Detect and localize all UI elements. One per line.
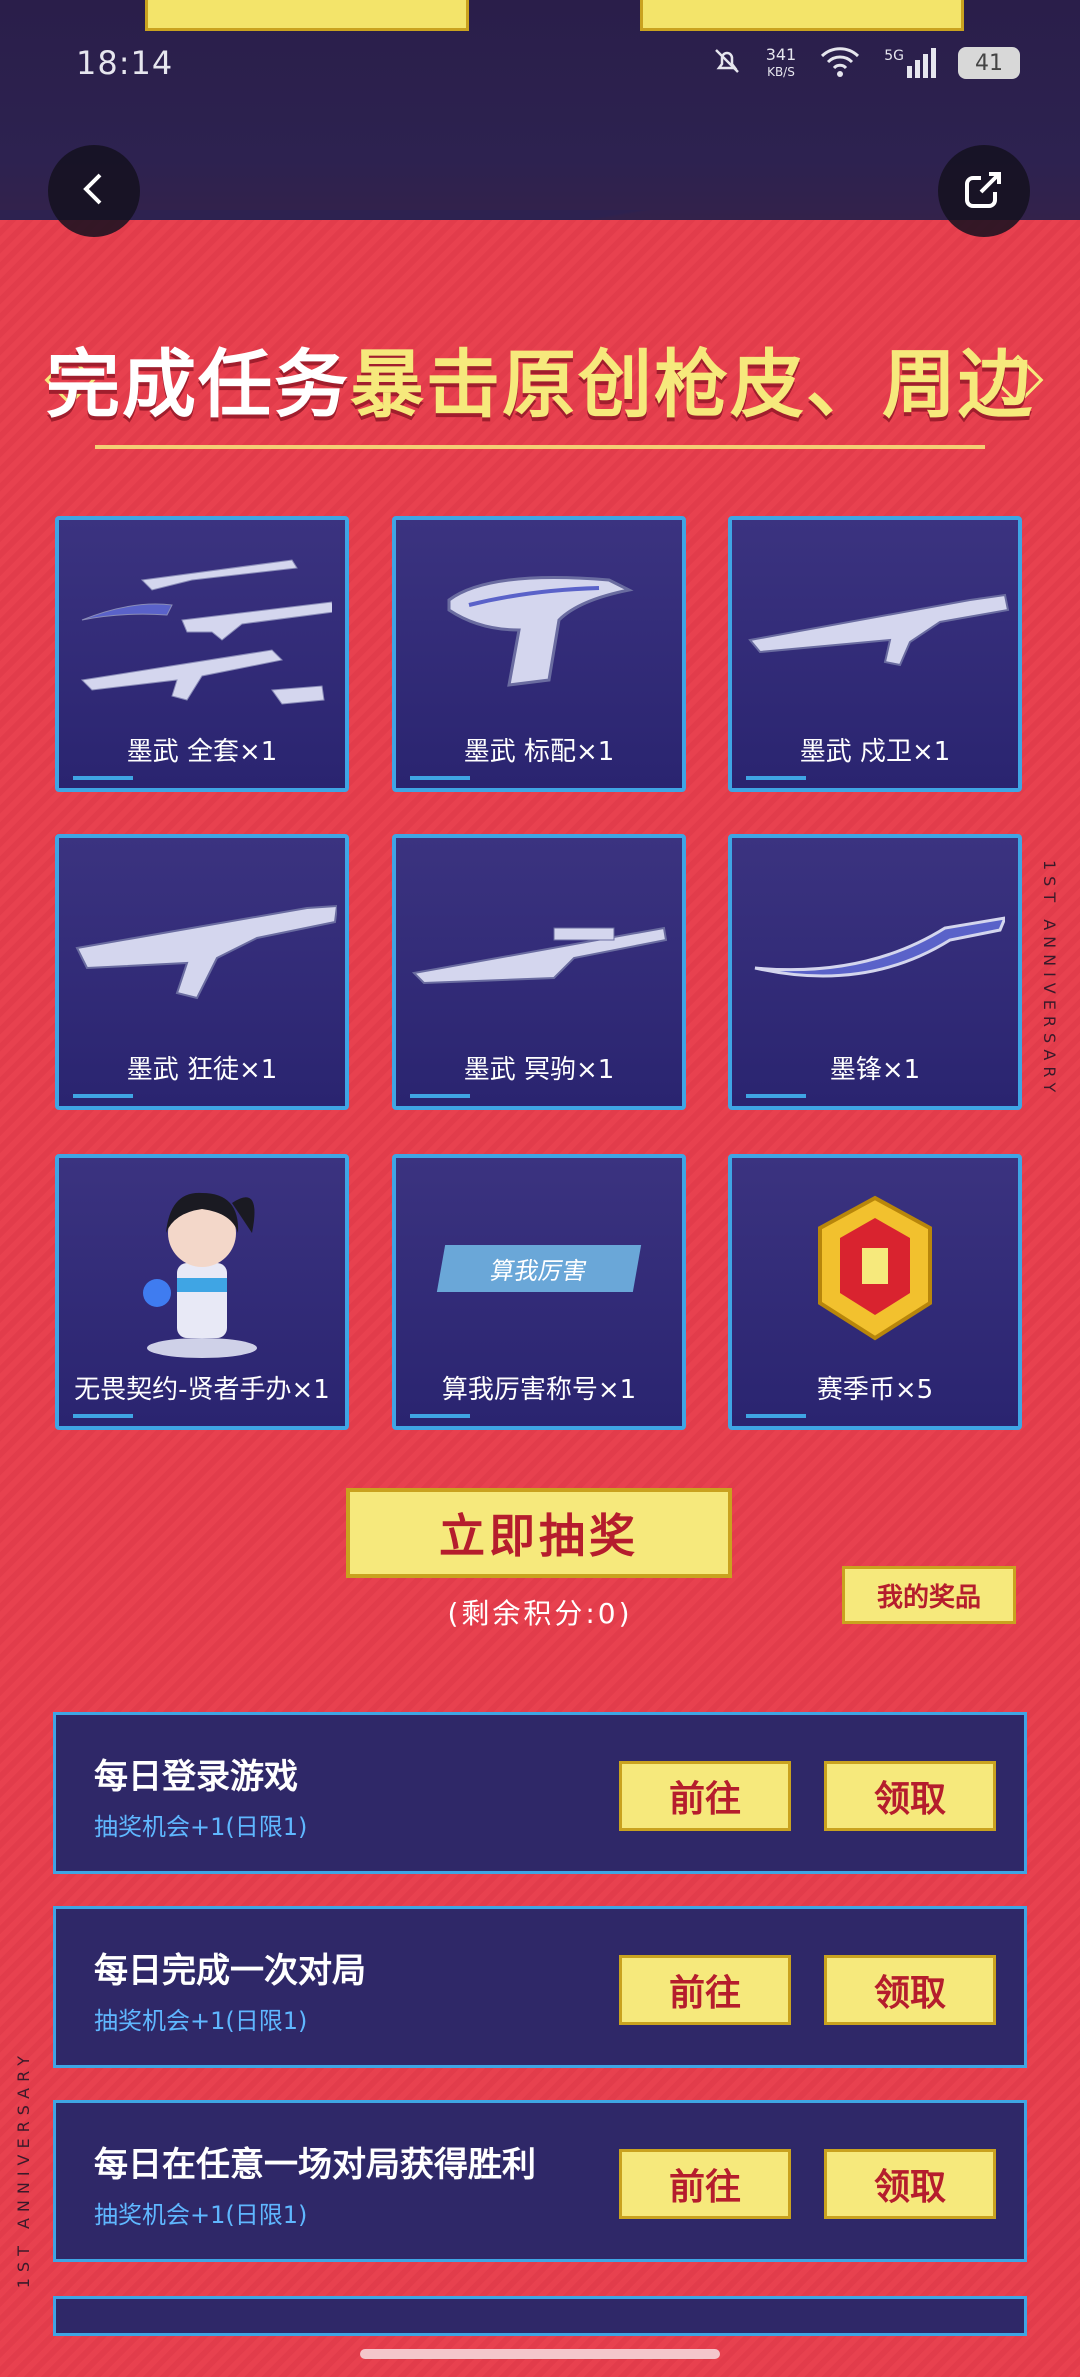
reward-card-vandal[interactable]: 墨武 狂徒×1	[55, 834, 349, 1110]
card-decoration	[73, 776, 133, 780]
card-decoration	[746, 1094, 806, 1098]
task-row: 每日登录游戏 抽奖机会+1(日限1) 前往 领取	[53, 1712, 1027, 1874]
task-row: 每日在任意一场对局获得胜利 抽奖机会+1(日限1) 前往 领取	[53, 2100, 1027, 2262]
go-button[interactable]: 前往	[619, 1761, 791, 1831]
figure-icon	[59, 1178, 345, 1358]
wifi-icon	[818, 44, 862, 82]
net-speed: 341 KB/S	[765, 44, 797, 80]
go-button[interactable]: 前往	[619, 1955, 791, 2025]
task-subtitle: 抽奖机会+1(日限1)	[94, 2201, 308, 2229]
reward-label: 算我厉害称号×1	[441, 1375, 637, 1405]
card-decoration	[410, 1414, 470, 1418]
page-title: 完成任务暴击原创枪皮、周边	[0, 325, 1080, 432]
status-icons: 341 KB/S 5G 41	[710, 44, 1020, 82]
battery-icon: 41	[958, 47, 1020, 79]
signal-icon: 5G	[884, 48, 936, 78]
go-button[interactable]: 前往	[619, 2149, 791, 2219]
knife-icon	[732, 858, 1018, 1038]
reward-label: 墨武 冥驹×1	[463, 1055, 615, 1085]
task-subtitle: 抽奖机会+1(日限1)	[94, 2007, 308, 2035]
draw-button[interactable]: 立即抽奖	[346, 1488, 732, 1578]
reward-label: 墨武 狂徒×1	[126, 1055, 278, 1085]
task-title: 每日登录游戏	[94, 1757, 298, 1797]
title-badge-art: 算我厉害	[396, 1178, 682, 1358]
reward-card-classic[interactable]: 墨武 标配×1	[392, 516, 686, 792]
claim-button[interactable]: 领取	[824, 2149, 996, 2219]
signal-label: 5G	[884, 48, 904, 64]
reward-label: 墨锋×1	[829, 1055, 921, 1085]
title-badge: 算我厉害	[436, 1244, 642, 1292]
status-time: 18:14	[76, 44, 174, 82]
task-title: 每日在任意一场对局获得胜利	[94, 2145, 536, 2185]
card-decoration	[73, 1094, 133, 1098]
top-tab-right	[640, 0, 964, 31]
share-icon	[961, 166, 1007, 216]
task-row-partial	[53, 2296, 1027, 2336]
side-anniversary-text: 1ST ANNIVERSARY	[1040, 860, 1059, 1099]
task-subtitle: 抽奖机会+1(日限1)	[94, 1813, 308, 1841]
card-decoration	[410, 1094, 470, 1098]
card-decoration	[746, 776, 806, 780]
chevron-left-icon	[74, 169, 114, 213]
task-title: 每日完成一次对局	[94, 1951, 366, 1991]
reward-card-full-set[interactable]: 墨武 全套×1	[55, 516, 349, 792]
net-speed-unit: KB/S	[767, 64, 795, 79]
share-button[interactable]	[938, 145, 1030, 237]
title-underline	[95, 445, 985, 449]
sniper-icon	[396, 858, 682, 1038]
task-row: 每日完成一次对局 抽奖机会+1(日限1) 前往 领取	[53, 1906, 1027, 2068]
reward-label: 墨武 标配×1	[463, 737, 615, 767]
home-indicator[interactable]	[360, 2349, 720, 2359]
net-speed-value: 341	[765, 44, 797, 64]
top-tab-left	[145, 0, 469, 31]
reward-card-title[interactable]: 算我厉害 算我厉害称号×1	[392, 1154, 686, 1430]
mute-icon	[710, 44, 744, 82]
my-prizes-button[interactable]: 我的奖品	[842, 1566, 1016, 1624]
reward-card-figure[interactable]: 无畏契约-贤者手办×1	[55, 1154, 349, 1430]
reward-card-coin[interactable]: 赛季币×5	[728, 1154, 1022, 1430]
side-anniversary-text-left: 1ST ANNIVERSARY	[14, 2050, 33, 2289]
card-decoration	[73, 1414, 133, 1418]
pistol-icon	[396, 540, 682, 720]
reward-label: 无畏契约-贤者手办×1	[74, 1375, 330, 1405]
title-part2: 暴击原创枪皮、周边	[350, 342, 1034, 428]
claim-button[interactable]: 领取	[824, 1761, 996, 1831]
reward-label: 墨武 戍卫×1	[799, 737, 951, 767]
card-decoration	[746, 1414, 806, 1418]
claim-button[interactable]: 领取	[824, 1955, 996, 2025]
header-background	[0, 0, 1080, 270]
reward-label: 墨武 全套×1	[126, 737, 278, 767]
reward-card-blade[interactable]: 墨锋×1	[728, 834, 1022, 1110]
rifle-icon	[59, 858, 345, 1038]
rifle-icon	[732, 540, 1018, 720]
weapon-set-icon	[59, 540, 345, 720]
reward-label: 赛季币×5	[816, 1375, 934, 1405]
card-decoration	[410, 776, 470, 780]
reward-card-guardian[interactable]: 墨武 戍卫×1	[728, 516, 1022, 792]
coin-icon	[732, 1178, 1018, 1358]
reward-card-operator[interactable]: 墨武 冥驹×1	[392, 834, 686, 1110]
back-button[interactable]	[48, 145, 140, 237]
title-part1: 完成任务	[46, 342, 350, 428]
